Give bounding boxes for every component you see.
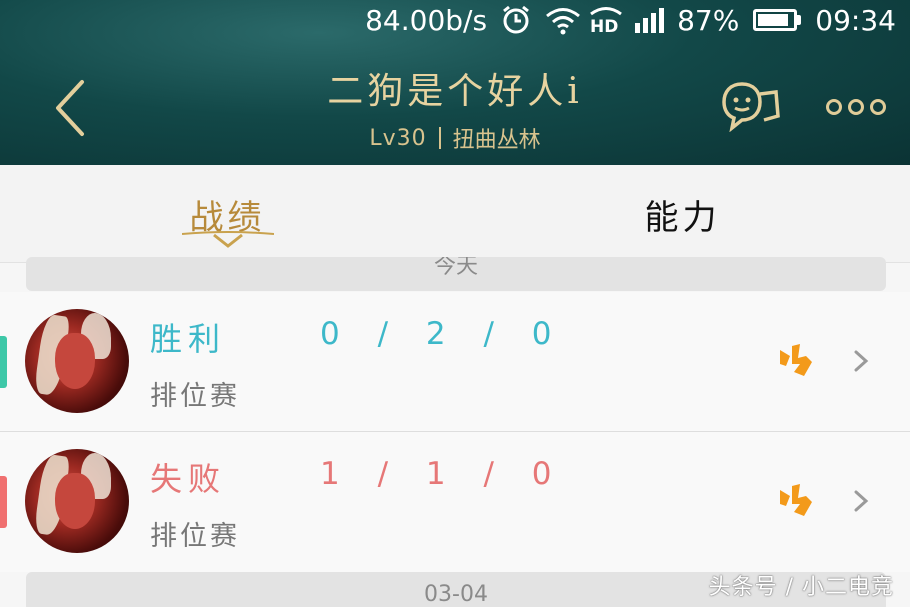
- kda-score: 0 / 2 / 0: [320, 316, 566, 352]
- divider: [438, 127, 441, 149]
- date-separator: 今天: [26, 257, 886, 291]
- more-icon: [826, 99, 842, 115]
- date-label: 03-04: [424, 582, 488, 607]
- more-icon: [870, 99, 886, 115]
- kda-score: 1 / 1 / 0: [320, 456, 566, 492]
- hd-icon: HD: [589, 5, 622, 35]
- chevron-right-icon: [854, 350, 869, 372]
- watermark: 头条号 / 小二电竞: [708, 575, 894, 600]
- tab-ability[interactable]: 能力: [455, 165, 910, 263]
- alarm-icon: [501, 5, 531, 35]
- clock-time: 09:34: [815, 3, 896, 37]
- game-mode: 排位赛: [150, 381, 240, 412]
- match-result: 失败: [150, 460, 227, 498]
- more-icon: [848, 99, 864, 115]
- player-level: Lv30: [369, 125, 427, 151]
- signal-icon: [633, 5, 665, 35]
- chevron-right-icon: [854, 490, 869, 512]
- date-label: 今天: [433, 257, 478, 279]
- match-result: 胜利: [150, 320, 227, 358]
- game-mode: 排位赛: [150, 521, 240, 552]
- active-tab-indicator: [182, 231, 274, 248]
- wifi-icon: [545, 5, 581, 35]
- chat-button[interactable]: [720, 80, 782, 133]
- champion-avatar: [25, 309, 129, 413]
- mvp-badge-icon: [780, 344, 812, 376]
- mvp-badge-icon: [780, 484, 812, 516]
- tab-bar: 战绩 能力: [0, 165, 910, 263]
- top-header: 84.00b/s HD 87% 09:34 二狗是个好人i Lv30 扭曲丛林: [0, 0, 910, 165]
- match-row[interactable]: 失败 排位赛 1 / 1 / 0: [0, 432, 910, 572]
- svg-text:HD: HD: [590, 17, 618, 35]
- status-bar: 84.00b/s HD 87% 09:34: [365, 0, 896, 40]
- battery-percent: 87%: [677, 3, 740, 37]
- more-button[interactable]: [826, 94, 890, 120]
- result-indicator: [0, 336, 7, 388]
- champion-avatar: [25, 449, 129, 553]
- tab-ability-label: 能力: [644, 197, 721, 238]
- result-indicator: [0, 476, 7, 528]
- map-name: 扭曲丛林: [452, 128, 541, 153]
- network-speed: 84.00b/s: [365, 3, 488, 37]
- chat-icon: [722, 82, 780, 133]
- battery-icon: [753, 9, 802, 31]
- match-row[interactable]: 胜利 排位赛 0 / 2 / 0: [0, 292, 910, 432]
